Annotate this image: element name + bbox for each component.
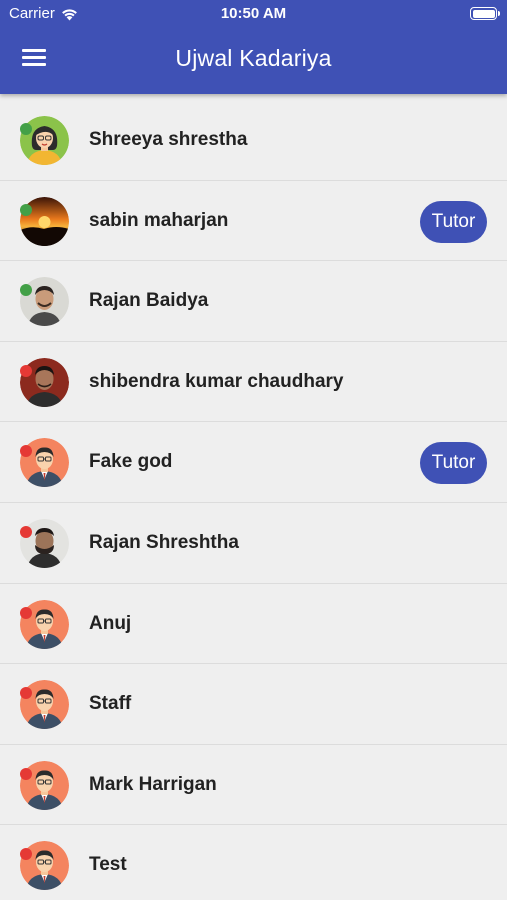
avatar [20,841,69,891]
contact-row[interactable]: shibendra kumar chaudhary [0,342,507,423]
avatar [20,760,69,810]
avatar [20,357,69,407]
avatar [20,438,69,488]
contact-row[interactable]: Anuj [0,584,507,665]
offline-status-dot [20,525,32,538]
avatar [20,116,69,165]
contact-row[interactable]: Test [0,825,507,900]
contact-name: Rajan Shreshtha [89,531,239,553]
battery-icon [470,7,500,20]
contact-name: Shreeya shrestha [89,129,248,150]
avatar [20,277,69,327]
contact-name: Test [89,854,127,876]
contact-name: Anuj [89,612,132,634]
contact-name: sabin maharjan [89,209,229,231]
contact-list: Shreeya shrestha sabin maharjan Tutor Raj… [0,100,507,900]
tutor-badge[interactable]: Tutor [420,442,487,485]
contact-row[interactable]: Fake god Tutor [0,422,507,503]
contact-name: Staff [89,693,132,715]
tutor-badge[interactable]: Tutor [420,200,487,243]
contact-name: Rajan Baidya [89,290,209,312]
online-status-dot [20,203,32,216]
offline-status-dot [20,364,32,377]
status-bar: Carrier 10:50 AM [0,0,507,28]
online-status-dot [20,123,32,135]
offline-status-dot [20,606,32,619]
avatar [20,196,69,246]
contact-name: Mark Harrigan [89,773,217,795]
offline-status-dot [20,767,32,780]
contact-row[interactable]: Rajan Shreshtha [0,503,507,584]
contact-row[interactable]: Shreeya shrestha [0,100,507,181]
app-header: Carrier 10:50 AM Ujwal Kadariya [0,0,507,94]
page-title: Ujwal Kadariya [175,45,332,71]
contact-name: Fake god [89,451,173,473]
avatar [20,518,69,568]
contact-name: shibendra kumar chaudhary [89,370,344,392]
contact-row[interactable]: Rajan Baidya [0,261,507,342]
contact-row[interactable]: sabin maharjan Tutor [0,181,507,262]
status-time: 10:50 AM [220,5,287,22]
contact-row[interactable]: Staff [0,664,507,745]
contact-row[interactable]: Mark Harrigan [0,745,507,826]
avatar [20,599,69,649]
avatar [20,680,69,730]
